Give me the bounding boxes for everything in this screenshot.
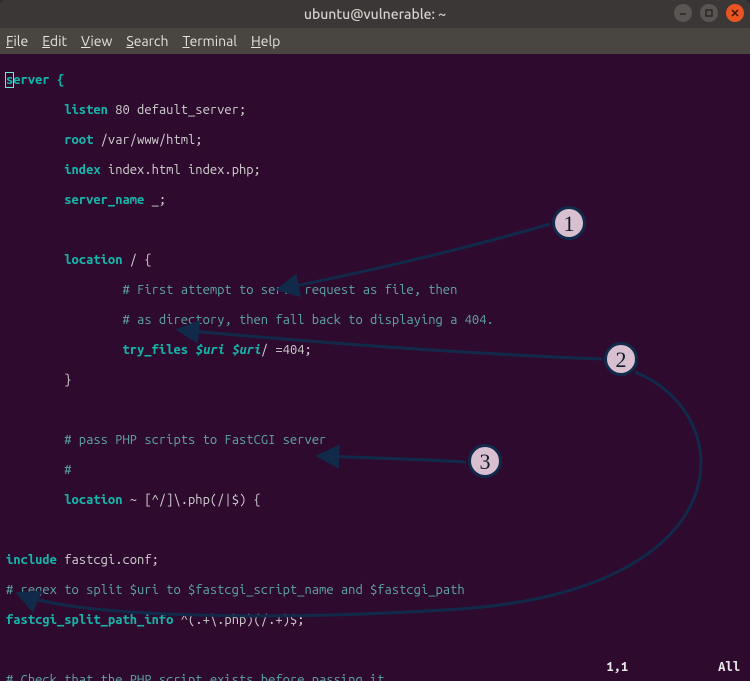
- close-icon: [730, 8, 740, 18]
- window-buttons: [674, 4, 744, 22]
- code-line: server_name _;: [6, 193, 744, 208]
- window-title: ubuntu@vulnerable: ~: [304, 6, 446, 22]
- terminal-viewport[interactable]: server { listen 80 default_server; root …: [0, 54, 750, 681]
- maximize-icon: [704, 8, 714, 18]
- code-line: [6, 523, 744, 538]
- code-line: location ~ [^/]\.php(/|$) {: [6, 493, 744, 508]
- menu-view[interactable]: View: [81, 33, 112, 49]
- annotation-marker-2: 2: [604, 342, 638, 376]
- code-line: # regex to split $uri to $fastcgi_script…: [6, 583, 744, 598]
- title-bar: ubuntu@vulnerable: ~: [0, 0, 750, 28]
- maximize-button[interactable]: [700, 4, 718, 22]
- vim-cursor-position: 1,1: [606, 660, 628, 675]
- code-line: index index.html index.php;: [6, 163, 744, 178]
- menu-terminal[interactable]: Terminal: [182, 33, 237, 49]
- menu-file[interactable]: File: [6, 33, 28, 49]
- code-line: root /var/www/html;: [6, 133, 744, 148]
- code-line: # First attempt to serve request as file…: [6, 283, 744, 298]
- menu-help[interactable]: Help: [251, 33, 280, 49]
- code-line: fastcgi_split_path_info ^(.+\.php)(/.+)$…: [6, 613, 744, 628]
- annotation-marker-1: 1: [552, 206, 586, 240]
- minimize-icon: [678, 8, 688, 18]
- minimize-button[interactable]: [674, 4, 692, 22]
- code-line: [6, 403, 744, 418]
- menu-search[interactable]: Search: [126, 33, 168, 49]
- code-line: [6, 643, 744, 658]
- code-line: location / {: [6, 253, 744, 268]
- code-line: listen 80 default_server;: [6, 103, 744, 118]
- code-line: [6, 223, 744, 238]
- code-line: # as directory, then fall back to displa…: [6, 313, 744, 328]
- annotation-marker-3: 3: [468, 444, 502, 478]
- menu-edit[interactable]: Edit: [42, 33, 67, 49]
- code-line: # pass PHP scripts to FastCGI server: [6, 433, 744, 448]
- vim-status-line: 1,1 All: [0, 660, 750, 675]
- code-line: include fastcgi.conf;: [6, 553, 744, 568]
- menu-bar: File Edit View Search Terminal Help: [0, 28, 750, 54]
- vim-view-percentage: All: [718, 660, 740, 675]
- code-line: }: [6, 373, 744, 388]
- code-line: server {: [6, 73, 744, 88]
- code-line: #: [6, 463, 744, 478]
- close-button[interactable]: [726, 4, 744, 22]
